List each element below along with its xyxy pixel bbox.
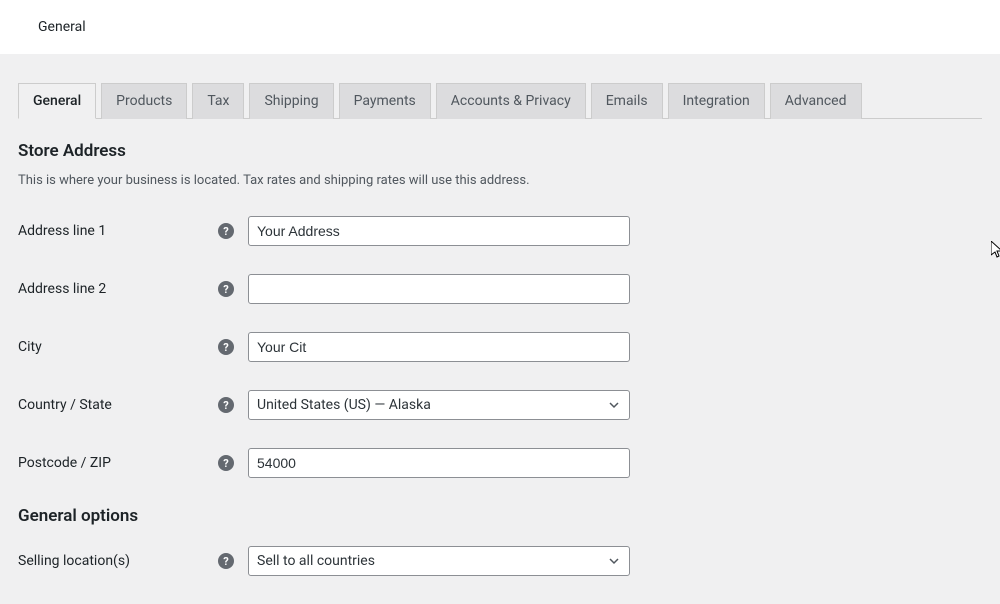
label-selling-locations: Selling location(s)	[18, 553, 218, 569]
select-country-state[interactable]: United States (US) — Alaska	[248, 390, 630, 420]
help-icon[interactable]: ?	[218, 553, 234, 569]
select-country-state-value: United States (US) — Alaska	[248, 390, 630, 420]
input-address2[interactable]	[248, 274, 630, 304]
row-country-state: Country / State ? United States (US) — A…	[18, 390, 982, 420]
topbar: General	[0, 0, 1000, 54]
help-icon[interactable]: ?	[218, 339, 234, 355]
row-address1: Address line 1 ?	[18, 216, 982, 246]
label-country-state: Country / State	[18, 397, 218, 413]
row-postcode: Postcode / ZIP ?	[18, 448, 982, 478]
help-icon[interactable]: ?	[218, 281, 234, 297]
section-desc-store-address: This is where your business is located. …	[18, 173, 982, 188]
input-address1[interactable]	[248, 216, 630, 246]
settings-tabs: General Products Tax Shipping Payments A…	[18, 82, 982, 119]
row-selling-locations: Selling location(s) ? Sell to all countr…	[18, 546, 982, 576]
tab-tax[interactable]: Tax	[192, 83, 244, 119]
row-city: City ?	[18, 332, 982, 362]
select-selling-locations-value: Sell to all countries	[248, 546, 630, 576]
label-address1: Address line 1	[18, 223, 218, 239]
row-address2: Address line 2 ?	[18, 274, 982, 304]
section-title-store-address: Store Address	[18, 141, 982, 161]
cursor-icon	[991, 241, 1000, 259]
tab-shipping[interactable]: Shipping	[249, 83, 333, 119]
tab-accounts-privacy[interactable]: Accounts & Privacy	[436, 83, 586, 119]
section-title-general-options: General options	[18, 506, 982, 526]
label-city: City	[18, 339, 218, 355]
input-postcode[interactable]	[248, 448, 630, 478]
input-city[interactable]	[248, 332, 630, 362]
tab-products[interactable]: Products	[101, 83, 187, 119]
select-selling-locations[interactable]: Sell to all countries	[248, 546, 630, 576]
tab-general[interactable]: General	[18, 83, 96, 119]
topbar-title: General	[38, 19, 86, 35]
label-address2: Address line 2	[18, 281, 218, 297]
content-area: General Products Tax Shipping Payments A…	[0, 82, 1000, 576]
tab-emails[interactable]: Emails	[591, 83, 663, 119]
help-icon[interactable]: ?	[218, 223, 234, 239]
help-icon[interactable]: ?	[218, 397, 234, 413]
help-icon[interactable]: ?	[218, 455, 234, 471]
tab-advanced[interactable]: Advanced	[770, 83, 862, 119]
label-postcode: Postcode / ZIP	[18, 455, 218, 471]
tab-integration[interactable]: Integration	[668, 83, 765, 119]
tab-payments[interactable]: Payments	[339, 83, 431, 119]
